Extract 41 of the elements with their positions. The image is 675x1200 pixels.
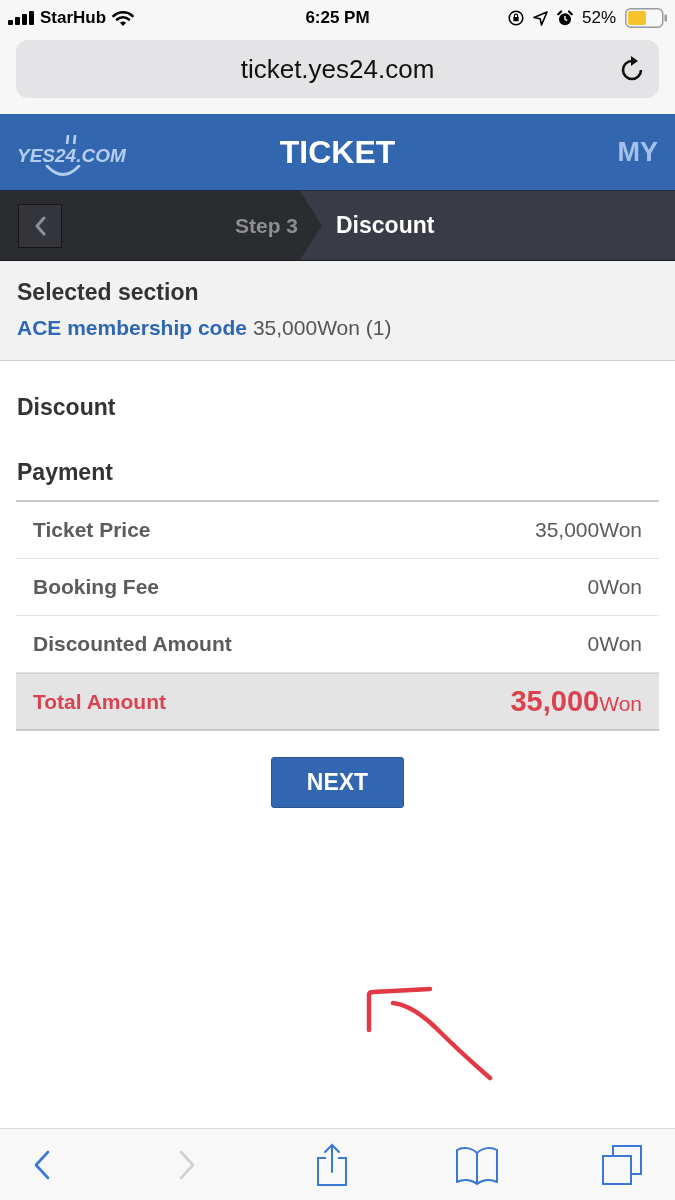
- payment-label: Discounted Amount: [33, 631, 232, 658]
- payment-label: Ticket Price: [33, 517, 151, 544]
- next-button[interactable]: NEXT: [271, 757, 404, 808]
- url-text: ticket.yes24.com: [240, 52, 435, 86]
- reload-icon[interactable]: [621, 55, 645, 81]
- battery-icon: [625, 8, 667, 28]
- selected-item-name: ACE membership code: [17, 315, 247, 341]
- tabs-button[interactable]: [600, 1142, 644, 1187]
- chevron-left-icon: [33, 1149, 51, 1180]
- logo-smile-icon: [45, 164, 81, 177]
- battery-percentage: 52%: [581, 7, 616, 30]
- total-value: 35,000Won: [510, 683, 642, 719]
- current-step: Discount: [300, 191, 675, 260]
- previous-step: Step 3: [234, 209, 300, 242]
- back-button[interactable]: [18, 203, 62, 248]
- address-bar[interactable]: ticket.yes24.com: [16, 40, 659, 98]
- alarm-clock-icon: [556, 10, 573, 26]
- signal-icon: [8, 11, 34, 25]
- orientation-lock-icon: [507, 10, 524, 26]
- payment-value: 35,000Won: [534, 517, 642, 544]
- total-label: Total Amount: [33, 688, 166, 715]
- logo-eyes-icon: [65, 134, 77, 144]
- wifi-icon: [112, 10, 135, 26]
- selected-section-heading: Selected section: [17, 278, 200, 307]
- location-arrow-icon: [532, 10, 548, 26]
- payment-label: Booking Fee: [33, 574, 159, 601]
- logo-text[interactable]: YES24.COM: [17, 145, 126, 165]
- selected-item-price: 35,000Won (1): [252, 315, 392, 341]
- clock-time: 6:25 PM: [305, 7, 370, 30]
- carrier-name: StarHub: [40, 7, 107, 30]
- page-title: TICKET: [279, 133, 396, 172]
- payment-heading: Payment: [16, 458, 114, 487]
- my-link[interactable]: MY: [617, 131, 658, 173]
- chevron-left-icon: [34, 215, 46, 236]
- open-book-icon: [455, 1144, 499, 1185]
- discount-heading: Discount: [16, 393, 117, 422]
- payment-value: 0Won: [587, 631, 642, 658]
- overlapping-squares-icon: [602, 1144, 642, 1185]
- payment-value: 0Won: [587, 574, 642, 601]
- share-icon: [316, 1142, 348, 1187]
- chevron-right-icon: [178, 1149, 196, 1180]
